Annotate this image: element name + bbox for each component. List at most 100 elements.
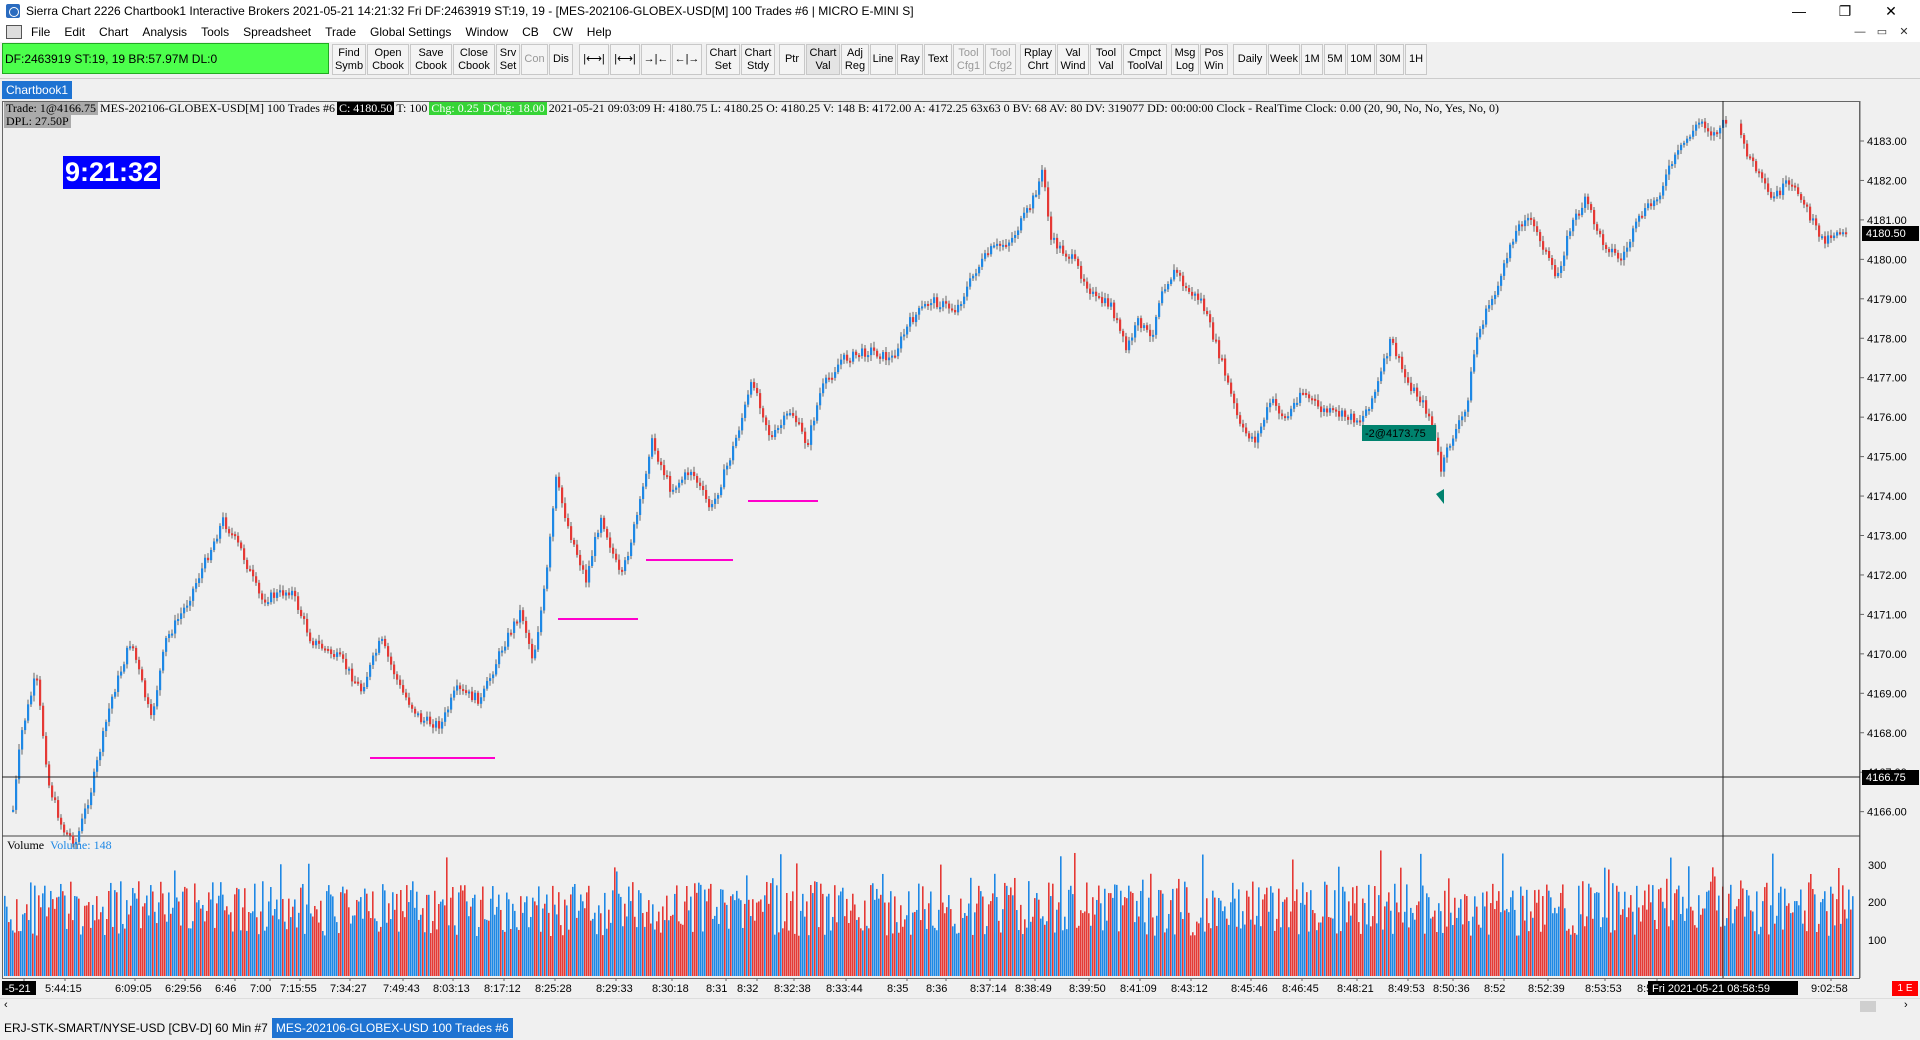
candle-body bbox=[1134, 325, 1137, 338]
volume-bar bbox=[1122, 905, 1124, 976]
price-chart[interactable]: -2@4173.75 4183.004182.004181.004180.004… bbox=[0, 0, 1920, 1000]
candle-body bbox=[693, 471, 696, 477]
volume-bar bbox=[1514, 909, 1516, 976]
volume-bar bbox=[86, 905, 88, 976]
volume-bar bbox=[1412, 912, 1414, 976]
volume-bar bbox=[488, 920, 490, 976]
candle-body bbox=[1767, 183, 1770, 192]
candle-body bbox=[213, 541, 216, 551]
volume-bar bbox=[80, 934, 82, 976]
time-axis[interactable]: -5-21 5:44:15 6:09:05 6:29:56 6:46 7:00 7:15:5… bbox=[2, 978, 1848, 995]
volume-bar bbox=[1762, 901, 1764, 976]
volume-bar bbox=[1564, 908, 1566, 976]
volume-bar bbox=[574, 883, 576, 976]
volume-bar bbox=[848, 923, 850, 976]
volume-bar bbox=[1314, 913, 1316, 976]
volume-bar bbox=[44, 885, 46, 976]
volume-bar bbox=[1676, 889, 1678, 976]
time-label: 8:52 bbox=[1484, 983, 1505, 995]
volume-bar bbox=[106, 919, 108, 976]
volume-bar bbox=[1764, 887, 1766, 976]
volume-bar bbox=[1156, 915, 1158, 976]
volume-bar bbox=[1364, 903, 1366, 976]
candle-body bbox=[1701, 121, 1704, 124]
candle-body bbox=[21, 730, 24, 750]
candle-body bbox=[1503, 263, 1506, 276]
volume-bar bbox=[686, 886, 688, 976]
volume-bar bbox=[1358, 922, 1360, 976]
tab-mes-chart[interactable]: MES-202106-GLOBEX-USD 100 Trades #6 bbox=[271, 1018, 513, 1038]
volume-bar bbox=[510, 928, 512, 976]
volume-bar bbox=[1780, 886, 1782, 976]
volume-bar bbox=[486, 919, 488, 976]
scroll-right-icon[interactable]: › bbox=[1904, 999, 1908, 1011]
candle-body bbox=[1839, 232, 1842, 235]
volume-bar bbox=[1236, 926, 1238, 976]
candle-body bbox=[138, 659, 141, 670]
candle-body bbox=[594, 536, 597, 557]
candle-body bbox=[843, 354, 846, 360]
horizontal-scrollbar[interactable]: ‹ › bbox=[0, 998, 1920, 1015]
candle-body bbox=[279, 590, 282, 593]
candle-body bbox=[1671, 164, 1674, 167]
volume-bar bbox=[376, 921, 378, 976]
volume-bar bbox=[1558, 906, 1560, 976]
order-label[interactable]: -2@4173.75 bbox=[1365, 428, 1426, 440]
candle-body bbox=[381, 638, 384, 641]
tab-erj-chart[interactable]: ERJ-STK-SMART/NYSE-USD [CBV-D] 60 Min #7 bbox=[0, 1018, 272, 1038]
volume-bar bbox=[396, 893, 398, 976]
volume-bar bbox=[1452, 925, 1454, 976]
time-cursor-label: Fri 2021-05-21 08:58:59 bbox=[1652, 983, 1770, 995]
candle-body bbox=[1116, 318, 1119, 321]
volume-bar bbox=[1422, 885, 1424, 976]
time-label: 6:46 bbox=[215, 983, 236, 995]
candle-body bbox=[363, 686, 366, 692]
volume-bar bbox=[878, 898, 880, 976]
volume-bar bbox=[1026, 927, 1028, 976]
time-label: 7:34:27 bbox=[330, 983, 367, 995]
volume-bar bbox=[1804, 910, 1806, 976]
volume-bar bbox=[1808, 882, 1810, 976]
candle-body bbox=[909, 317, 912, 327]
volume-bar bbox=[1542, 896, 1544, 976]
scroll-left-icon[interactable]: ‹ bbox=[4, 999, 8, 1011]
candle-body bbox=[243, 548, 246, 560]
candle-body bbox=[933, 297, 936, 304]
volume-bar bbox=[1516, 935, 1518, 976]
volume-bar bbox=[104, 934, 106, 976]
candle-body bbox=[309, 632, 312, 642]
candle-body bbox=[1218, 340, 1221, 359]
volume-bar bbox=[1066, 929, 1068, 976]
volume-bar bbox=[1178, 878, 1180, 976]
candle-body bbox=[936, 297, 939, 308]
volume-bar bbox=[960, 898, 962, 976]
order-marker-icon[interactable] bbox=[1436, 489, 1444, 504]
scroll-thumb[interactable] bbox=[1860, 1001, 1876, 1012]
candle-body bbox=[1131, 337, 1134, 341]
volume-bar bbox=[856, 919, 858, 976]
volume-bar bbox=[1232, 882, 1234, 976]
candle-body bbox=[447, 709, 450, 713]
volume-bar bbox=[192, 921, 194, 976]
volume-bar bbox=[224, 910, 226, 976]
volume-bar bbox=[406, 885, 408, 976]
volume-bar bbox=[816, 882, 818, 976]
candle-body bbox=[189, 600, 192, 606]
volume-bar bbox=[1272, 892, 1274, 976]
info-trades: T: 100 bbox=[396, 101, 428, 115]
volume-bar bbox=[1642, 905, 1644, 976]
volume-bar bbox=[196, 902, 198, 976]
volume-bar bbox=[18, 931, 20, 976]
candle-body bbox=[1251, 436, 1254, 439]
candle-body bbox=[351, 668, 354, 682]
volume-bar bbox=[1568, 928, 1570, 976]
volume-bar bbox=[16, 899, 18, 976]
candle-body bbox=[399, 679, 402, 686]
volume-bar bbox=[1172, 888, 1174, 976]
volume-bar bbox=[948, 895, 950, 976]
candle-body bbox=[36, 678, 39, 681]
candle-body bbox=[1464, 411, 1467, 417]
volume-bar bbox=[308, 863, 310, 976]
corner-indicator[interactable]: 1 E bbox=[1892, 981, 1918, 996]
volume-bar bbox=[370, 918, 372, 976]
